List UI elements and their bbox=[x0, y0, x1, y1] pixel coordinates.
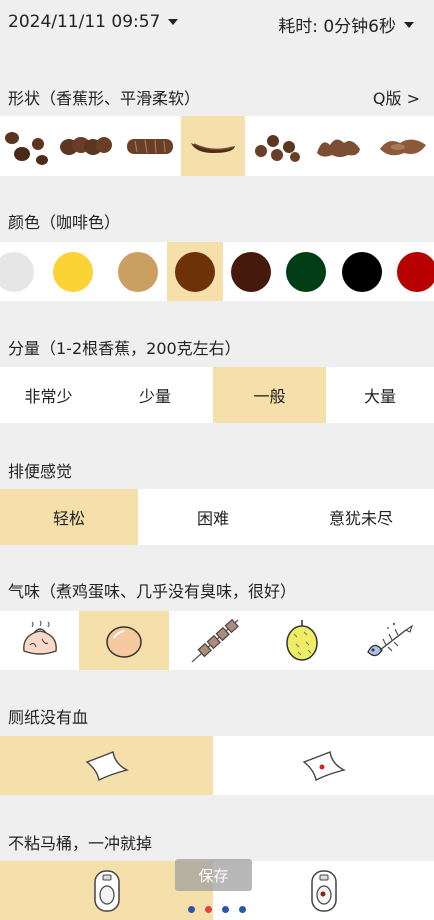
durian-icon bbox=[285, 619, 318, 661]
page-indicator bbox=[0, 906, 434, 913]
chevron-down-icon bbox=[404, 21, 414, 28]
feeling-section-title: 排便感觉 bbox=[8, 462, 73, 481]
feeling-options-row: 轻松 困难 意犹未尽 bbox=[0, 489, 434, 545]
color-swatch bbox=[118, 251, 158, 292]
color-swatch bbox=[286, 251, 326, 292]
color-option-8[interactable] bbox=[389, 242, 434, 301]
blood-options-row bbox=[0, 736, 434, 795]
blood-tissue-icon bbox=[302, 750, 346, 781]
shape-option-1[interactable] bbox=[0, 116, 54, 176]
color-swatch bbox=[230, 251, 271, 292]
feeling-option-easy[interactable]: 轻松 bbox=[0, 489, 138, 545]
color-swatch bbox=[396, 251, 434, 292]
color-option-6[interactable] bbox=[278, 242, 334, 301]
duration-text: 耗时: 0分钟6秒 bbox=[278, 17, 396, 37]
page-dot[interactable] bbox=[205, 906, 212, 913]
amount-option-little[interactable]: 少量 bbox=[97, 367, 213, 423]
skewer-icon bbox=[190, 618, 239, 663]
amount-options-row: 非常少 少量 一般 大量 bbox=[0, 367, 434, 423]
mushy-icon bbox=[316, 139, 360, 157]
color-option-7[interactable] bbox=[334, 242, 389, 301]
blood-section-title: 厕纸没有血 bbox=[8, 708, 89, 727]
blood-option-none[interactable] bbox=[0, 736, 213, 795]
clean-tissue-icon bbox=[85, 750, 129, 781]
duration-picker[interactable]: 耗时: 0分钟6秒 bbox=[278, 12, 414, 37]
color-option-3[interactable] bbox=[109, 242, 167, 301]
chevron-down-icon bbox=[168, 19, 179, 25]
bun-icon bbox=[22, 620, 57, 655]
page-dot[interactable] bbox=[239, 906, 246, 913]
shape-option-2[interactable] bbox=[54, 116, 118, 176]
hard-lumps-icon bbox=[5, 132, 48, 165]
smooth-banana-icon bbox=[191, 143, 235, 153]
smell-option-4[interactable] bbox=[260, 611, 343, 670]
cracked-sausage-icon bbox=[126, 139, 173, 154]
toilet-section-title: 不粘马桶，一冲就掉 bbox=[8, 834, 153, 853]
top-bar: 2024/11/11 09:57 耗时: 0分钟6秒 bbox=[0, 0, 434, 48]
save-button[interactable]: 保存 bbox=[175, 859, 252, 891]
smell-option-3[interactable] bbox=[169, 611, 260, 670]
fish-bone-icon bbox=[366, 622, 413, 656]
amount-option-normal[interactable]: 一般 bbox=[213, 367, 326, 423]
shape-option-3[interactable] bbox=[118, 116, 181, 176]
amount-option-label: 大量 bbox=[363, 387, 396, 406]
smell-section-title: 气味（煮鸡蛋味、几乎没有臭味，很好） bbox=[8, 582, 297, 601]
feeling-option-label: 困难 bbox=[196, 509, 229, 528]
amount-option-large[interactable]: 大量 bbox=[326, 367, 434, 423]
amount-option-very-little[interactable]: 非常少 bbox=[0, 367, 97, 423]
smell-option-2[interactable] bbox=[79, 611, 169, 670]
amount-option-label: 非常少 bbox=[24, 387, 73, 406]
blood-option-present[interactable] bbox=[213, 736, 434, 795]
shape-option-5[interactable] bbox=[245, 116, 306, 176]
amount-section-title: 分量（1-2根香蕉，200克左右） bbox=[8, 339, 241, 358]
color-option-2[interactable] bbox=[37, 242, 109, 301]
feeling-option-label: 意犹未尽 bbox=[328, 509, 393, 528]
datetime-picker[interactable]: 2024/11/11 09:57 bbox=[8, 12, 179, 32]
color-swatch bbox=[341, 251, 382, 292]
soft-blobs-icon bbox=[254, 135, 300, 162]
q-version-link[interactable]: Q版 > bbox=[373, 85, 420, 109]
page-dot[interactable] bbox=[188, 906, 195, 913]
smell-option-1[interactable] bbox=[0, 611, 79, 670]
color-option-4[interactable] bbox=[167, 242, 223, 301]
feeling-option-difficult[interactable]: 困难 bbox=[138, 489, 288, 545]
color-swatch bbox=[53, 251, 93, 292]
shape-option-4[interactable] bbox=[181, 116, 245, 176]
feeling-option-label: 轻松 bbox=[52, 509, 85, 528]
color-swatch bbox=[175, 251, 215, 292]
color-swatch bbox=[0, 251, 34, 292]
shape-option-7[interactable] bbox=[371, 116, 434, 176]
color-section-title: 颜色（咖啡色） bbox=[8, 213, 121, 232]
color-option-5[interactable] bbox=[223, 242, 278, 301]
page-dot[interactable] bbox=[222, 906, 229, 913]
shape-options-row bbox=[0, 116, 434, 176]
smell-options-row bbox=[0, 611, 434, 670]
feeling-option-incomplete[interactable]: 意犹未尽 bbox=[288, 489, 434, 545]
amount-option-label: 少量 bbox=[138, 387, 171, 406]
color-option-1[interactable] bbox=[0, 242, 37, 301]
color-options-row bbox=[0, 242, 434, 301]
shape-section-title: 形状（香蕉形、平滑柔软） bbox=[8, 89, 201, 108]
egg-icon bbox=[106, 625, 142, 658]
lumpy-sausage-icon bbox=[60, 137, 112, 155]
amount-option-label: 一般 bbox=[253, 387, 286, 406]
smell-option-5[interactable] bbox=[343, 611, 434, 670]
shape-option-6[interactable] bbox=[306, 116, 371, 176]
datetime-text: 2024/11/11 09:57 bbox=[8, 12, 161, 32]
watery-icon bbox=[379, 139, 426, 156]
